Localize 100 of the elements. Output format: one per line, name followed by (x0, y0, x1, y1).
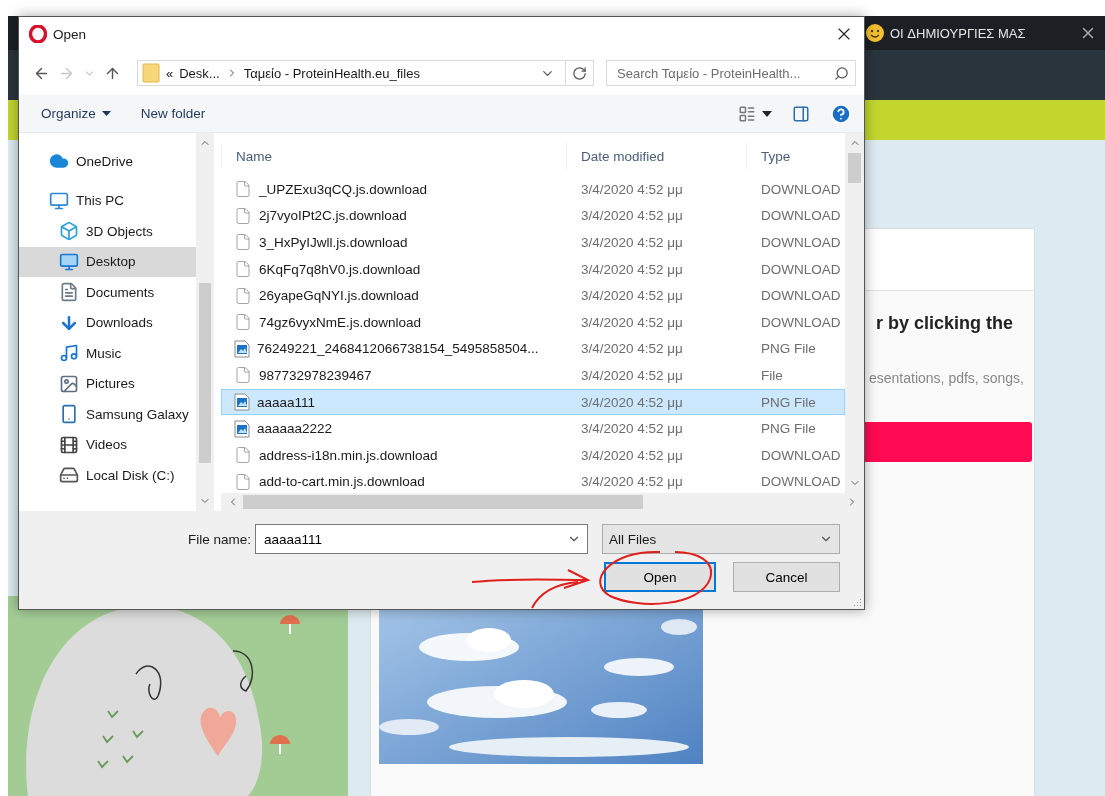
date-cell-text: 3/4/2020 4:52 μμ (580, 447, 684, 463)
file-type-dropdown[interactable]: All Files (602, 524, 840, 554)
file-row[interactable]: 987732978239467 3/4/2020 4:52 μμ File (221, 362, 845, 389)
date-cell-text: 3/4/2020 4:52 μμ (580, 474, 684, 490)
caret-icon[interactable] (762, 110, 772, 117)
monitor-icon (59, 251, 79, 272)
nav-item[interactable]: This PC (19, 185, 196, 216)
file-name-label: File name: (186, 531, 252, 547)
date-cell-text: 3/4/2020 4:52 μμ (580, 421, 684, 437)
scrollbar-thumb[interactable] (243, 495, 643, 509)
horizontal-scrollbar[interactable] (221, 493, 864, 511)
path-segment[interactable]: Desk... (179, 65, 220, 81)
file-name: 74gz6vyxNmE.js.download (259, 314, 422, 330)
date-cell-text: 3/4/2020 4:52 μμ (580, 261, 684, 277)
file-row[interactable]: aaaaa111 3/4/2020 4:52 μμ PNG File (221, 388, 845, 416)
nav-item[interactable]: Documents (19, 277, 196, 308)
path-overflow[interactable]: « (166, 65, 174, 81)
file-icon (234, 180, 252, 199)
image-file-icon (234, 339, 250, 358)
smiley-icon (865, 23, 885, 43)
nav-item[interactable]: Music (19, 338, 196, 369)
type-cell-text: PNG File (760, 341, 817, 357)
file-name: 3_HxPyIJwll.js.download (259, 235, 408, 250)
music-icon (59, 343, 79, 364)
type-cell-text: DOWNLOAD (760, 208, 842, 224)
film-icon (59, 434, 79, 455)
preview-pane-icon[interactable] (792, 104, 810, 123)
dialog-title: Open (53, 26, 88, 42)
file-row[interactable]: 74gz6vyxNmE.js.download 3/4/2020 4:52 μμ DOWNLOAD (221, 308, 845, 336)
nav-scrollbar[interactable] (196, 133, 214, 511)
upload-heading: r by clicking the (876, 313, 1015, 334)
type-cell-text: DOWNLOAD (760, 447, 842, 463)
file-name: 987732978239467 (259, 367, 372, 383)
open-button[interactable]: Open (604, 562, 716, 592)
file-name: aaaaaa2222 (257, 421, 333, 437)
file-row[interactable]: 3_HxPyIJwll.js.download 3/4/2020 4:52 μμ DOWNLOAD (221, 229, 845, 256)
file-name: 2j7vyoIPt2C.js.download (259, 208, 407, 224)
file-name: 6KqFq7q8hV0.js.download (259, 261, 421, 277)
file-name: 76249221_2468412066738154_5495858504... (257, 341, 539, 357)
search-box[interactable]: Search Ταμείο - ProteinHealth... (606, 60, 856, 86)
type-cell-text: DOWNLOAD (760, 181, 842, 197)
date-cell-text: 3/4/2020 4:52 μμ (580, 181, 684, 197)
date-cell-text: 3/4/2020 4:52 μμ (580, 235, 684, 250)
organize-menu[interactable]: Organize (41, 106, 111, 121)
nav-item[interactable]: Samsung Galaxy (19, 399, 196, 430)
file-row[interactable]: add-to-cart.min.js.download 3/4/2020 4:52 μμ DOWNLOAD (221, 468, 845, 493)
browser-tab[interactable]: OI ΔΗΜΙΟΥΡΓΙΕΣ ΜΑΣ (865, 16, 1105, 50)
file-row[interactable]: 2j7vyoIPt2C.js.download 3/4/2020 4:52 μμ DOWNLOAD (221, 202, 845, 230)
file-icon (234, 313, 252, 332)
file-row[interactable]: 6KqFq7q8hV0.js.download 3/4/2020 4:52 μμ DOWNLOAD (221, 255, 845, 283)
file-name: _UPZExu3qCQ.js.download (259, 181, 428, 197)
app-logo-icon (29, 25, 47, 43)
type-cell-text: DOWNLOAD (760, 261, 842, 277)
file-row[interactable]: aaaaaa2222 3/4/2020 4:52 μμ PNG File (221, 415, 845, 442)
nav-item[interactable]: 3D Objects (19, 216, 196, 247)
column-header[interactable]: Name (221, 143, 566, 169)
list-scrollbar[interactable] (845, 133, 864, 493)
caret-icon (101, 111, 111, 116)
file-name: aaaaa111 (257, 394, 316, 410)
nav-item[interactable]: Desktop (19, 246, 196, 277)
phone-icon (59, 404, 79, 425)
help-icon[interactable] (830, 102, 852, 125)
file-icon (234, 206, 252, 225)
resize-grip-icon[interactable] (852, 597, 862, 607)
file-name: 26yapeGqNYI.js.download (259, 288, 419, 304)
nav-item[interactable]: Pictures (19, 368, 196, 399)
date-cell-text: 3/4/2020 4:52 μμ (580, 208, 684, 224)
computer-icon (49, 190, 69, 211)
file-name: address-i18n.min.js.download (259, 447, 438, 463)
nav-item[interactable]: Videos (19, 429, 196, 460)
address-bar[interactable]: « Desk... Ταμείο - ProteinHealth.eu_files (137, 60, 567, 86)
file-row[interactable]: 26yapeGqNYI.js.download 3/4/2020 4:52 μμ DOWNLOAD (221, 282, 845, 309)
cancel-button[interactable]: Cancel (733, 562, 840, 592)
nav-item[interactable]: Downloads (19, 307, 196, 338)
path-segment[interactable]: Ταμείο - ProteinHealth.eu_files (243, 65, 420, 81)
new-folder-button[interactable]: New folder (140, 106, 206, 121)
file-row[interactable]: 76249221_2468412066738154_5495858504... 3/4/2020 4:52 μμ PNG File (221, 335, 845, 363)
scrollbar-thumb[interactable] (848, 153, 861, 183)
nav-item[interactable]: Local Disk (C:) (19, 460, 196, 491)
column-header[interactable]: Date modified (566, 143, 746, 169)
file-row[interactable]: address-i18n.min.js.download 3/4/2020 4:52 μμ DOWNLOAD (221, 441, 845, 469)
type-cell-text: DOWNLOAD (760, 474, 842, 490)
type-cell-text: PNG File (760, 421, 817, 437)
image-file-icon (234, 393, 250, 412)
nav-item[interactable]: OneDrive (19, 146, 196, 177)
view-icon[interactable] (738, 104, 756, 123)
file-name: add-to-cart.min.js.download (259, 474, 425, 490)
file-name-box[interactable]: aaaaa111 (255, 524, 588, 554)
type-cell-text: DOWNLOAD (760, 235, 842, 250)
file-icon (234, 446, 252, 465)
date-cell-text: 3/4/2020 4:52 μμ (580, 314, 684, 330)
refresh-icon[interactable] (572, 65, 588, 81)
type-cell-text: DOWNLOAD (760, 288, 842, 304)
file-icon (234, 366, 252, 385)
search-icon[interactable] (834, 65, 849, 81)
file-row[interactable]: _UPZExu3qCQ.js.download 3/4/2020 4:52 μμ DOWNLOAD (221, 176, 845, 203)
scrollbar-thumb[interactable] (199, 283, 211, 463)
date-cell-text: 3/4/2020 4:52 μμ (580, 394, 684, 410)
type-cell-text: File (760, 367, 784, 383)
file-icon (234, 472, 252, 491)
